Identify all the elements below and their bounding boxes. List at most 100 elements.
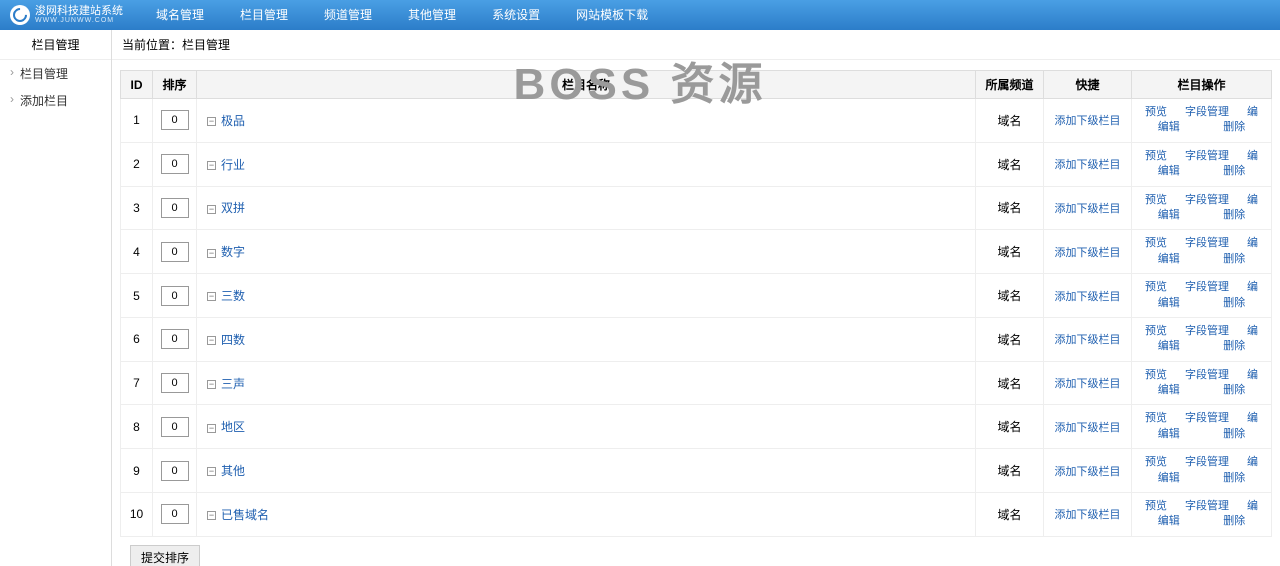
add-sub-link[interactable]: 添加下级栏目: [1055, 115, 1121, 127]
expand-icon[interactable]: −: [207, 424, 216, 433]
add-sub-link[interactable]: 添加下级栏目: [1055, 466, 1121, 478]
delete-link[interactable]: 删除: [1223, 296, 1245, 311]
expand-icon[interactable]: −: [207, 336, 216, 345]
edit-link[interactable]: 编: [1247, 411, 1258, 426]
expand-icon[interactable]: −: [207, 117, 216, 126]
sort-input[interactable]: [161, 286, 189, 306]
delete-link[interactable]: 删除: [1223, 252, 1245, 267]
preview-link[interactable]: 预览: [1145, 105, 1167, 120]
edit-link2[interactable]: 编辑: [1158, 339, 1180, 354]
edit-link2[interactable]: 编辑: [1158, 164, 1180, 179]
edit-link[interactable]: 编: [1247, 324, 1258, 339]
top-nav-item[interactable]: 栏目管理: [222, 0, 306, 30]
delete-link[interactable]: 删除: [1223, 208, 1245, 223]
delete-link[interactable]: 删除: [1223, 471, 1245, 486]
edit-link2[interactable]: 编辑: [1158, 252, 1180, 267]
add-sub-link[interactable]: 添加下级栏目: [1055, 203, 1121, 215]
delete-link[interactable]: 删除: [1223, 120, 1245, 135]
category-name-link[interactable]: 三声: [221, 377, 245, 391]
field-manage-link[interactable]: 字段管理: [1185, 105, 1229, 120]
edit-link[interactable]: 编: [1247, 105, 1258, 120]
sort-input[interactable]: [161, 154, 189, 174]
delete-link[interactable]: 删除: [1223, 383, 1245, 398]
sidebar-item[interactable]: 栏目管理: [0, 60, 111, 87]
field-manage-link[interactable]: 字段管理: [1185, 368, 1229, 383]
add-sub-link[interactable]: 添加下级栏目: [1055, 378, 1121, 390]
preview-link[interactable]: 预览: [1145, 499, 1167, 514]
sort-input[interactable]: [161, 461, 189, 481]
category-name-link[interactable]: 地区: [221, 420, 245, 434]
sort-input[interactable]: [161, 198, 189, 218]
expand-icon[interactable]: −: [207, 292, 216, 301]
add-sub-link[interactable]: 添加下级栏目: [1055, 509, 1121, 521]
edit-link[interactable]: 编: [1247, 455, 1258, 470]
preview-link[interactable]: 预览: [1145, 149, 1167, 164]
category-name-link[interactable]: 其他: [221, 464, 245, 478]
field-manage-link[interactable]: 字段管理: [1185, 193, 1229, 208]
edit-link[interactable]: 编: [1247, 193, 1258, 208]
expand-icon[interactable]: −: [207, 511, 216, 520]
add-sub-link[interactable]: 添加下级栏目: [1055, 334, 1121, 346]
field-manage-link[interactable]: 字段管理: [1185, 236, 1229, 251]
add-sub-link[interactable]: 添加下级栏目: [1055, 247, 1121, 259]
preview-link[interactable]: 预览: [1145, 455, 1167, 470]
expand-icon[interactable]: −: [207, 161, 216, 170]
edit-link2[interactable]: 编辑: [1158, 296, 1180, 311]
edit-link[interactable]: 编: [1247, 280, 1258, 295]
field-manage-link[interactable]: 字段管理: [1185, 280, 1229, 295]
category-name-link[interactable]: 三数: [221, 289, 245, 303]
expand-icon[interactable]: −: [207, 205, 216, 214]
edit-link2[interactable]: 编辑: [1158, 120, 1180, 135]
sidebar-item[interactable]: 添加栏目: [0, 87, 111, 114]
delete-link[interactable]: 删除: [1223, 339, 1245, 354]
category-name-link[interactable]: 双拼: [221, 201, 245, 215]
sort-input[interactable]: [161, 329, 189, 349]
field-manage-link[interactable]: 字段管理: [1185, 455, 1229, 470]
submit-sort-button[interactable]: 提交排序: [130, 545, 200, 566]
edit-link2[interactable]: 编辑: [1158, 514, 1180, 529]
category-name-link[interactable]: 已售域名: [221, 508, 269, 522]
field-manage-link[interactable]: 字段管理: [1185, 324, 1229, 339]
cell-ops: 预览 字段管理 编编辑 删除: [1132, 142, 1272, 186]
sort-input[interactable]: [161, 504, 189, 524]
expand-icon[interactable]: −: [207, 249, 216, 258]
edit-link[interactable]: 编: [1247, 368, 1258, 383]
preview-link[interactable]: 预览: [1145, 411, 1167, 426]
delete-link[interactable]: 删除: [1223, 427, 1245, 442]
edit-link[interactable]: 编: [1247, 149, 1258, 164]
preview-link[interactable]: 预览: [1145, 280, 1167, 295]
edit-link[interactable]: 编: [1247, 236, 1258, 251]
top-nav-item[interactable]: 网站模板下载: [558, 0, 666, 30]
category-name-link[interactable]: 极品: [221, 114, 245, 128]
preview-link[interactable]: 预览: [1145, 236, 1167, 251]
delete-link[interactable]: 删除: [1223, 514, 1245, 529]
field-manage-link[interactable]: 字段管理: [1185, 499, 1229, 514]
sort-input[interactable]: [161, 417, 189, 437]
edit-link2[interactable]: 编辑: [1158, 383, 1180, 398]
edit-link2[interactable]: 编辑: [1158, 471, 1180, 486]
edit-link[interactable]: 编: [1247, 499, 1258, 514]
top-nav-item[interactable]: 频道管理: [306, 0, 390, 30]
preview-link[interactable]: 预览: [1145, 368, 1167, 383]
edit-link2[interactable]: 编辑: [1158, 208, 1180, 223]
sort-input[interactable]: [161, 373, 189, 393]
add-sub-link[interactable]: 添加下级栏目: [1055, 291, 1121, 303]
top-nav-item[interactable]: 系统设置: [474, 0, 558, 30]
category-name-link[interactable]: 四数: [221, 333, 245, 347]
top-nav-item[interactable]: 域名管理: [138, 0, 222, 30]
field-manage-link[interactable]: 字段管理: [1185, 149, 1229, 164]
sort-input[interactable]: [161, 242, 189, 262]
top-nav-item[interactable]: 其他管理: [390, 0, 474, 30]
expand-icon[interactable]: −: [207, 380, 216, 389]
add-sub-link[interactable]: 添加下级栏目: [1055, 159, 1121, 171]
preview-link[interactable]: 预览: [1145, 193, 1167, 208]
edit-link2[interactable]: 编辑: [1158, 427, 1180, 442]
expand-icon[interactable]: −: [207, 467, 216, 476]
preview-link[interactable]: 预览: [1145, 324, 1167, 339]
category-name-link[interactable]: 行业: [221, 158, 245, 172]
category-name-link[interactable]: 数字: [221, 245, 245, 259]
delete-link[interactable]: 删除: [1223, 164, 1245, 179]
field-manage-link[interactable]: 字段管理: [1185, 411, 1229, 426]
add-sub-link[interactable]: 添加下级栏目: [1055, 422, 1121, 434]
sort-input[interactable]: [161, 110, 189, 130]
